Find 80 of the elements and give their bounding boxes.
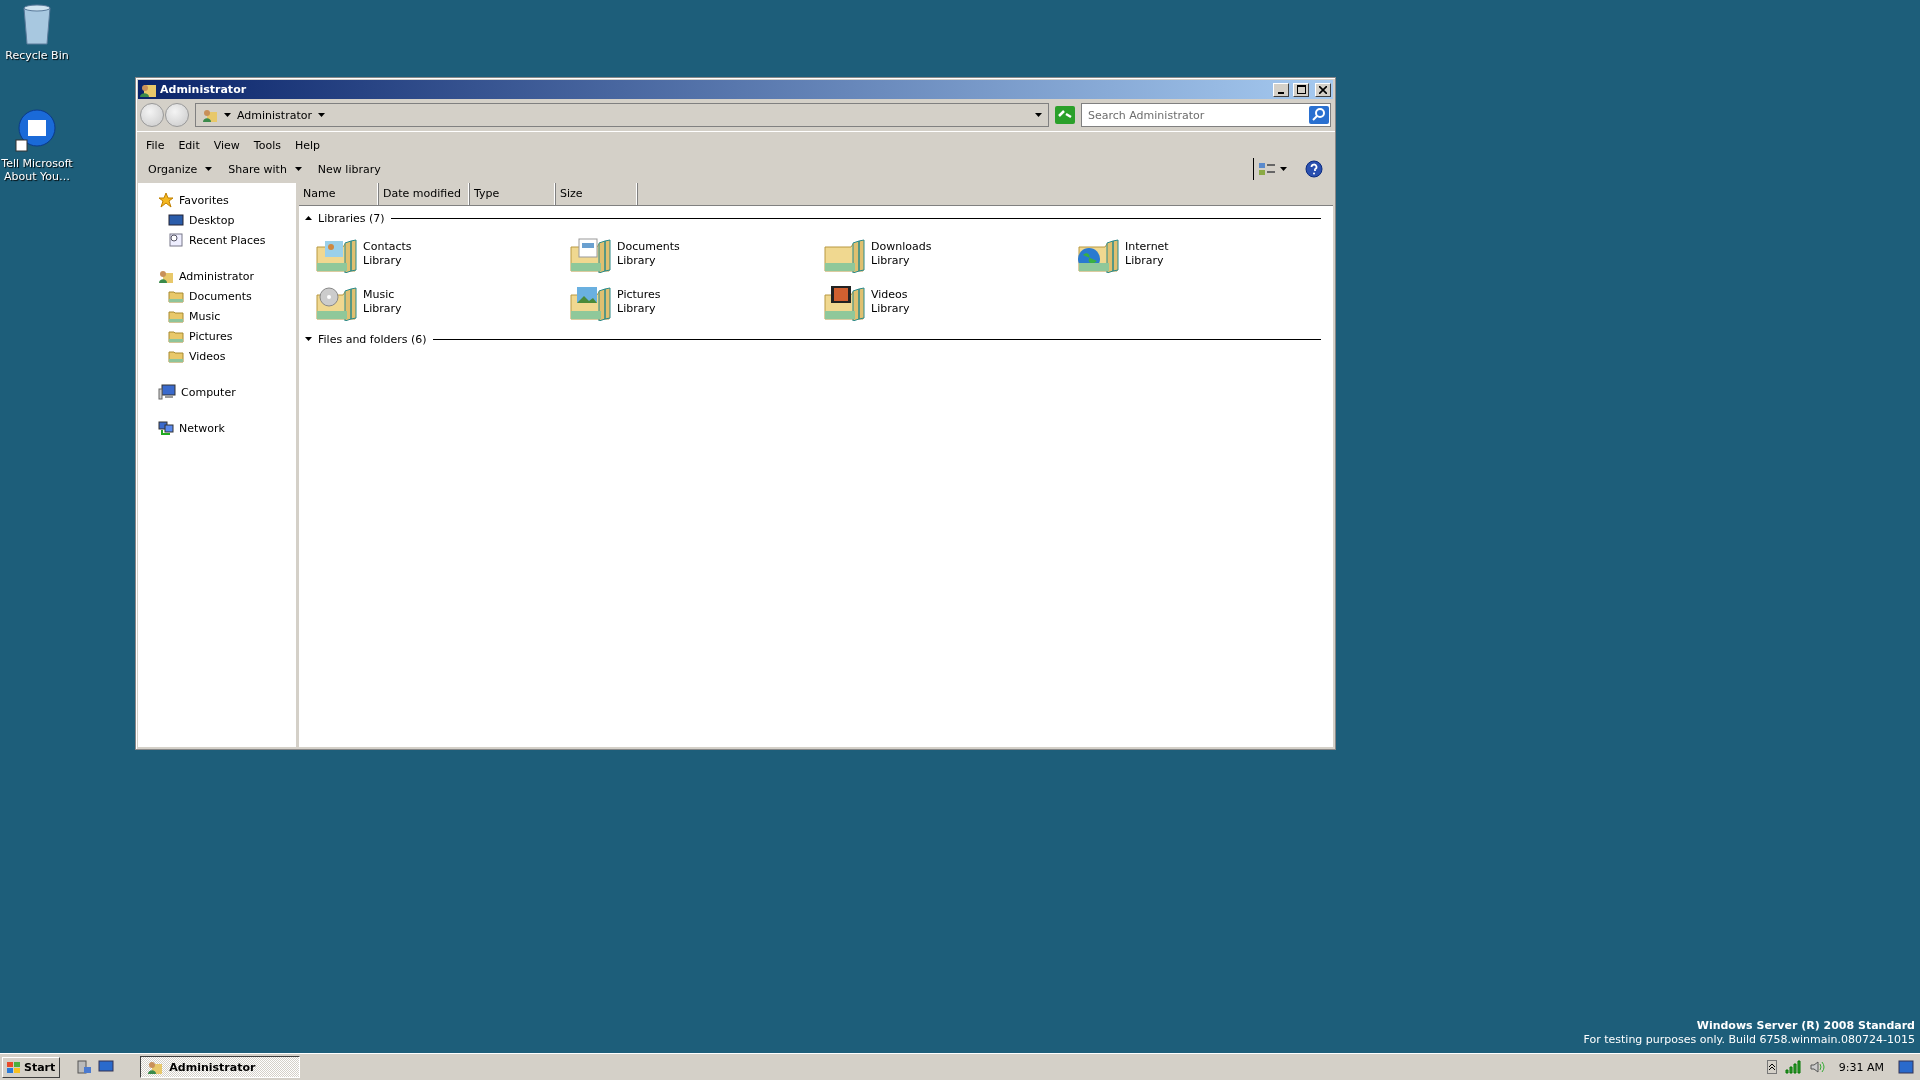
caret-icon (205, 167, 213, 171)
nav-item[interactable]: Recent Places (158, 231, 296, 249)
monitor-icon (168, 212, 184, 228)
nav-item[interactable]: Administrator (158, 267, 296, 285)
library-item[interactable]: Documents Library (569, 235, 823, 273)
group-header[interactable]: Files and folders (6) (299, 332, 1333, 346)
server-manager-icon[interactable] (76, 1059, 93, 1075)
os-build-text: For testing purposes only. Build 6758.winmain.080724-1015 (1583, 1033, 1915, 1047)
show-desktop-icon[interactable] (98, 1060, 115, 1074)
search-icon[interactable] (1309, 106, 1329, 124)
collapse-icon (305, 216, 312, 220)
group-header[interactable]: Libraries (7) (299, 211, 1333, 225)
nav-item[interactable]: Documents (158, 287, 296, 305)
toolbar-button[interactable]: New library (311, 160, 387, 178)
user-folder-icon (202, 107, 218, 123)
menu-item[interactable]: View (207, 139, 246, 152)
folder-icon (168, 308, 184, 324)
address-bar[interactable]: Administrator (195, 103, 1049, 127)
folder-icon (168, 348, 184, 364)
user-folder-icon (140, 82, 156, 97)
library-item[interactable]: Downloads Library (823, 235, 1077, 273)
menu-item[interactable]: Help (288, 139, 327, 152)
library-item[interactable]: Internet Library (1077, 235, 1331, 273)
nav-item[interactable]: Videos (158, 347, 296, 365)
desktop-icon-label[interactable]: Tell Microsoft About You… (0, 157, 74, 183)
caret-icon (224, 113, 231, 117)
volume-icon[interactable] (1808, 1060, 1825, 1074)
maximize-button[interactable] (1293, 82, 1309, 97)
nav-item[interactable]: Network (158, 419, 296, 437)
library-item[interactable]: Pictures Library (569, 283, 823, 321)
column-header[interactable]: Name (299, 183, 379, 205)
maximize-icon (1296, 85, 1306, 94)
toolbar-button[interactable]: Organize (142, 160, 219, 178)
refresh-button[interactable] (1055, 106, 1075, 124)
minimize-button[interactable] (1273, 82, 1289, 97)
library-item[interactable]: Videos Library (823, 283, 1077, 321)
chevron-icon[interactable] (1766, 1060, 1777, 1074)
user-folder-icon (158, 268, 174, 284)
windows-flag-icon (7, 1060, 21, 1074)
caret-icon (294, 167, 302, 171)
menu-item[interactable]: Tools (247, 139, 287, 152)
column-header[interactable]: Date modified (379, 183, 470, 205)
network-signal-icon[interactable] (1784, 1060, 1801, 1074)
os-edition-text: Windows Server (R) 2008 Standard (1696, 1019, 1915, 1033)
start-button[interactable]: Start (2, 1056, 61, 1078)
breadcrumb[interactable]: Administrator (237, 108, 312, 122)
nav-item[interactable]: Music (158, 307, 296, 325)
column-header[interactable]: Size (556, 183, 638, 205)
close-button[interactable] (1315, 82, 1331, 97)
caret-icon (318, 113, 325, 117)
window-title: Administrator (160, 83, 248, 96)
view-options-icon[interactable] (1258, 161, 1276, 177)
menu-item[interactable]: File (140, 139, 171, 152)
star-icon (158, 192, 174, 208)
help-icon[interactable] (1305, 160, 1323, 178)
expand-icon (305, 337, 312, 341)
folder-icon (168, 328, 184, 344)
clock[interactable]: 9:31 AM (1832, 1060, 1890, 1074)
folder-icon (168, 288, 184, 304)
library-item[interactable]: Music Library (315, 283, 569, 321)
caret-icon (1280, 167, 1287, 171)
close-icon (1319, 85, 1327, 94)
column-header[interactable]: Type (470, 183, 556, 205)
nav-item[interactable]: Favorites (158, 191, 296, 209)
minimize-icon (1278, 91, 1284, 94)
menu-item[interactable]: Edit (172, 139, 206, 152)
nav-item[interactable]: Computer (158, 383, 296, 401)
nav-item[interactable]: Pictures (158, 327, 296, 345)
network-icon (158, 420, 174, 436)
taskbar-button[interactable]: Administrator (140, 1056, 301, 1078)
library-item[interactable]: Contacts Library (315, 235, 569, 273)
desktop-icon-label[interactable]: Recycle Bin (5, 49, 69, 62)
nav-item[interactable]: Desktop (158, 211, 296, 229)
user-folder-icon (147, 1059, 164, 1075)
search-field[interactable]: Search Administrator (1081, 103, 1331, 127)
recent-places-icon (168, 232, 184, 248)
computer-icon (158, 384, 176, 400)
caret-icon (1035, 113, 1042, 117)
recycle-bin-icon[interactable] (20, 2, 54, 46)
toolbar-button[interactable]: Share with (222, 160, 308, 178)
